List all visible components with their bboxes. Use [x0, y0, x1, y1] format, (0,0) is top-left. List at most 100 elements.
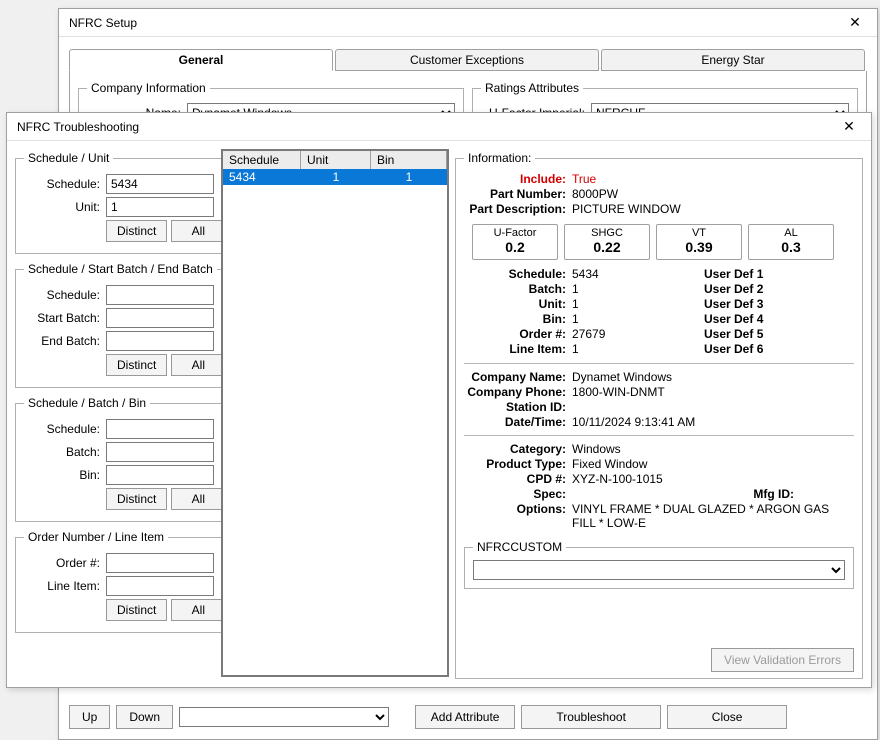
userdef4-label: User Def 4 — [704, 312, 769, 326]
userdef5-label: User Def 5 — [704, 327, 769, 341]
troubleshoot-button[interactable]: Troubleshoot — [521, 705, 661, 729]
grp4-all-button[interactable]: All — [171, 599, 225, 621]
grp4-order-input[interactable] — [106, 553, 214, 573]
schedule-startend-group: Schedule / Start Batch / End Batch Sched… — [15, 262, 238, 388]
station-id-value — [572, 400, 854, 414]
info-schedule-value: 5434 — [572, 267, 704, 281]
grp3-batch-input[interactable] — [106, 442, 214, 462]
datetime-value: 10/11/2024 9:13:41 AM — [572, 415, 854, 429]
grid-col-unit[interactable]: Unit — [301, 151, 371, 169]
userdef2-label: User Def 2 — [704, 282, 769, 296]
options-label: Options: — [464, 502, 572, 530]
information-group: Information: Include: True Part Number: … — [455, 151, 863, 679]
info-bin-label: Bin: — [464, 312, 572, 326]
partnumber-value: 8000PW — [572, 187, 854, 201]
cpd-value: XYZ-N-100-1015 — [572, 472, 854, 486]
vt-value: 0.39 — [657, 239, 741, 255]
partdesc-value: PICTURE WINDOW — [572, 202, 854, 216]
schedule-unit-legend: Schedule / Unit — [24, 151, 113, 165]
category-label: Category: — [464, 442, 572, 456]
ufactor-value: 0.2 — [473, 239, 557, 255]
setup-close-button[interactable]: ✕ — [835, 10, 875, 36]
schedule-startend-legend: Schedule / Start Batch / End Batch — [24, 262, 217, 276]
category-value: Windows — [572, 442, 854, 456]
cpd-label: CPD #: — [464, 472, 572, 486]
attribute-combo[interactable] — [179, 707, 389, 727]
grp3-all-button[interactable]: All — [171, 488, 225, 510]
grp4-order-label: Order #: — [24, 556, 106, 570]
grp3-bin-input[interactable] — [106, 465, 214, 485]
al-value: 0.3 — [749, 239, 833, 255]
info-unit-value: 1 — [572, 297, 704, 311]
schedule-batch-bin-group: Schedule / Batch / Bin Schedule: Batch: … — [15, 396, 238, 522]
product-type-value: Fixed Window — [572, 457, 854, 471]
partnumber-label: Part Number: — [464, 187, 572, 201]
include-value: True — [572, 172, 854, 186]
nfrccustom-legend: NFRCCUSTOM — [473, 540, 566, 554]
view-validation-errors-button[interactable]: View Validation Errors — [711, 648, 854, 672]
tab-energy-star[interactable]: Energy Star — [601, 49, 865, 71]
grp1-unit-label: Unit: — [24, 200, 106, 214]
down-button[interactable]: Down — [116, 705, 173, 729]
grp1-unit-input[interactable] — [106, 197, 214, 217]
shgc-metric: SHGC 0.22 — [564, 224, 650, 260]
grp1-schedule-input[interactable] — [106, 174, 214, 194]
add-attribute-button[interactable]: Add Attribute — [415, 705, 515, 729]
userdef3-label: User Def 3 — [704, 297, 769, 311]
grp1-schedule-label: Schedule: — [24, 177, 106, 191]
grp1-all-button[interactable]: All — [171, 220, 225, 242]
grp3-bin-label: Bin: — [24, 468, 106, 482]
nfrccustom-combo[interactable] — [473, 560, 845, 580]
grp3-batch-label: Batch: — [24, 445, 106, 459]
userdef1-label: User Def 1 — [704, 267, 769, 281]
grp2-startbatch-input[interactable] — [106, 308, 214, 328]
close-button[interactable]: Close — [667, 705, 787, 729]
grp1-distinct-button[interactable]: Distinct — [106, 220, 167, 242]
info-line-value: 1 — [572, 342, 704, 356]
company-name-label: Company Name: — [464, 370, 572, 384]
grp4-line-input[interactable] — [106, 576, 214, 596]
shgc-heading: SHGC — [565, 227, 649, 239]
nfrccustom-group: NFRCCUSTOM — [464, 540, 854, 589]
order-line-legend: Order Number / Line Item — [24, 530, 168, 544]
grp3-distinct-button[interactable]: Distinct — [106, 488, 167, 510]
grp4-line-label: Line Item: — [24, 579, 106, 593]
company-info-legend: Company Information — [87, 81, 210, 95]
grp3-schedule-label: Schedule: — [24, 422, 106, 436]
options-value: VINYL FRAME * DUAL GLAZED * ARGON GAS FI… — [572, 502, 854, 530]
grp3-schedule-input[interactable] — [106, 419, 214, 439]
grp2-distinct-button[interactable]: Distinct — [106, 354, 167, 376]
ratings-legend: Ratings Attributes — [481, 81, 583, 95]
grp2-endbatch-input[interactable] — [106, 331, 214, 351]
grp4-distinct-button[interactable]: Distinct — [106, 599, 167, 621]
info-order-label: Order #: — [464, 327, 572, 341]
grp2-schedule-label: Schedule: — [24, 288, 106, 302]
order-line-group: Order Number / Line Item Order #: Line I… — [15, 530, 238, 633]
trouble-close-button[interactable]: ✕ — [829, 114, 869, 140]
grp2-all-button[interactable]: All — [171, 354, 225, 376]
info-line-label: Line Item: — [464, 342, 572, 356]
results-grid[interactable]: Schedule Unit Bin 5434 1 1 — [221, 149, 449, 677]
tab-customer-exceptions[interactable]: Customer Exceptions — [335, 49, 599, 71]
grid-col-bin[interactable]: Bin — [371, 151, 447, 169]
schedule-unit-group: Schedule / Unit Schedule: Unit: Distinct… — [15, 151, 238, 254]
grid-col-schedule[interactable]: Schedule — [223, 151, 301, 169]
spec-label: Spec: — [464, 487, 572, 501]
mfg-id-label: Mfg ID: — [753, 487, 794, 501]
trouble-titlebar: NFRC Troubleshooting ✕ — [7, 113, 871, 141]
info-batch-value: 1 — [572, 282, 704, 296]
info-schedule-label: Schedule: — [464, 267, 572, 281]
include-label: Include: — [464, 172, 572, 186]
info-unit-label: Unit: — [464, 297, 572, 311]
nfrc-troubleshooting-window: NFRC Troubleshooting ✕ Schedule / Unit S… — [6, 112, 872, 688]
al-heading: AL — [749, 227, 833, 239]
grid-row[interactable]: 5434 1 1 — [223, 169, 447, 185]
grp2-schedule-input[interactable] — [106, 285, 214, 305]
ufactor-heading: U-Factor — [473, 227, 557, 239]
product-type-label: Product Type: — [464, 457, 572, 471]
al-metric: AL 0.3 — [748, 224, 834, 260]
info-bin-value: 1 — [572, 312, 704, 326]
tab-general[interactable]: General — [69, 49, 333, 71]
info-order-value: 27679 — [572, 327, 704, 341]
up-button[interactable]: Up — [69, 705, 110, 729]
